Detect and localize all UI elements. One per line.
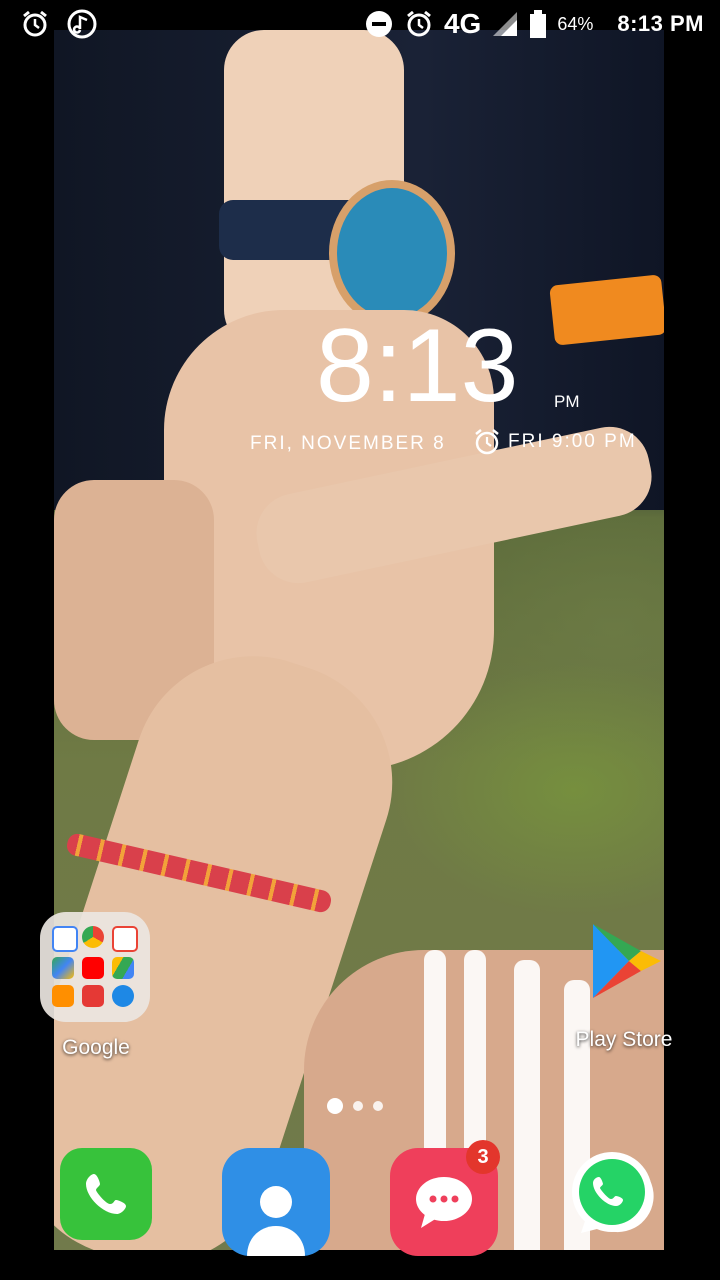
status-bar: 4G 64% 8:13 PM <box>0 0 720 50</box>
google-folder[interactable]: Google <box>40 912 152 1060</box>
duo-icon <box>112 984 134 1007</box>
google-folder-label: Google <box>62 1036 130 1059</box>
page-dot-1[interactable] <box>327 1098 343 1114</box>
battery-percent: 64% <box>557 13 594 34</box>
play-store-icon <box>581 918 667 1004</box>
play-music-icon <box>52 984 74 1007</box>
clock-date: FRI, NOVEMBER 8 <box>250 433 446 454</box>
play-store-label: Play Store <box>575 1028 673 1051</box>
clock-time: 8:13 <box>316 308 519 424</box>
unread-badge: 3 <box>466 1140 500 1174</box>
page-dot-3[interactable] <box>373 1101 383 1111</box>
play-store-app[interactable]: Play Store <box>574 918 674 1052</box>
next-alarm-text: FRI 9:00 PM <box>508 431 637 452</box>
clock-ampm: PM <box>554 392 580 411</box>
whatsapp-app[interactable] <box>566 1148 666 1248</box>
phone-app[interactable] <box>60 1148 160 1248</box>
maps-icon <box>52 957 74 980</box>
folder-preview <box>40 912 150 1022</box>
gmail-icon <box>112 926 138 952</box>
phone-icon <box>60 1148 152 1240</box>
chrome-icon <box>82 926 104 948</box>
messages-app[interactable]: 3 <box>390 1140 500 1256</box>
page-indicator[interactable] <box>327 1098 383 1114</box>
alarm-icon <box>404 9 434 39</box>
google-icon <box>52 926 78 952</box>
whatsapp-icon <box>566 1148 658 1240</box>
next-alarm[interactable]: FRI 9:00 PM <box>472 427 637 457</box>
alarm-icon <box>20 9 50 39</box>
drive-icon <box>112 957 134 980</box>
alarm-icon <box>472 427 502 457</box>
network-type: 4G <box>443 8 482 39</box>
battery-icon <box>529 9 547 39</box>
status-time: 8:13 PM <box>617 11 704 36</box>
contacts-app[interactable] <box>222 1148 330 1256</box>
wallpaper <box>54 30 664 1250</box>
page-dot-2[interactable] <box>353 1101 363 1111</box>
youtube-icon <box>82 957 104 980</box>
music-icon <box>66 8 98 40</box>
signal-icon <box>491 10 519 38</box>
contacts-icon <box>222 1148 330 1256</box>
do-not-disturb-icon <box>364 9 394 39</box>
play-movies-icon <box>82 984 104 1007</box>
